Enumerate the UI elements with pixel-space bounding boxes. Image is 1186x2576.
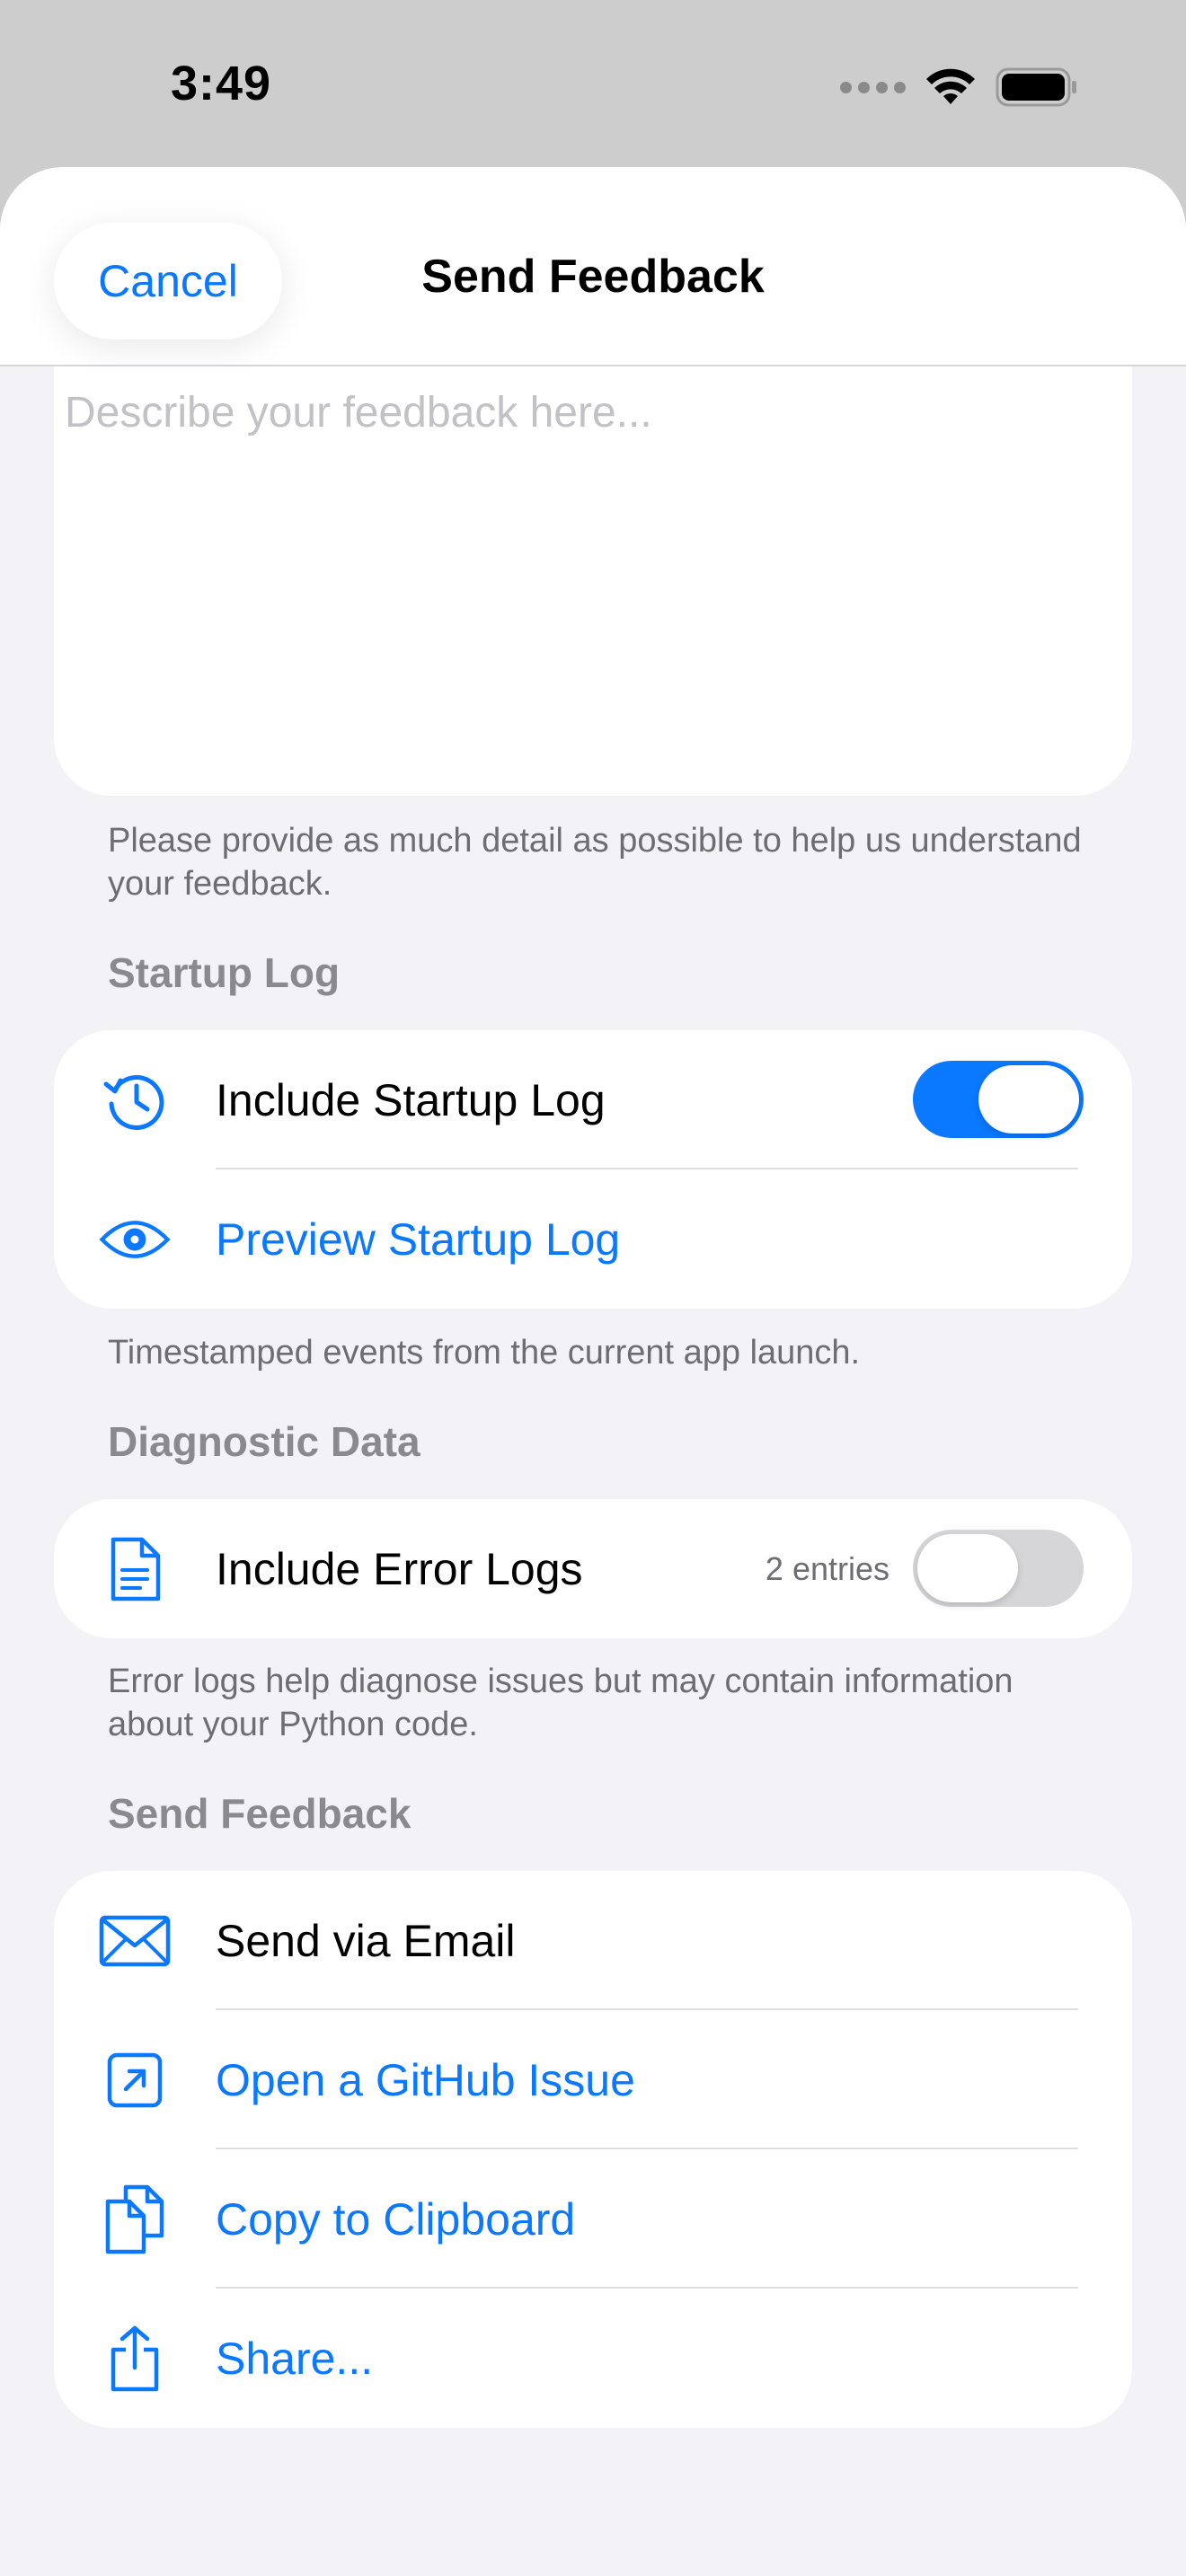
feedback-sheet: Cancel Send Feedback Describe your feedb… <box>0 167 1186 2576</box>
send-feedback-header: Send Feedback <box>108 1790 412 1837</box>
copy-to-clipboard-link[interactable]: Copy to Clipboard <box>216 2149 575 2289</box>
send-via-email-label[interactable]: Send via Email <box>216 1871 516 2010</box>
startup-log-group: Include Startup Log Preview Startup Log <box>54 1030 1132 1309</box>
status-bar: 3:49 <box>0 0 1186 167</box>
diagnostic-data-footer: Error logs help diagnose issues but may … <box>108 1663 1013 1743</box>
status-icons <box>840 65 1078 110</box>
include-error-logs-toggle[interactable] <box>913 1530 1084 1607</box>
preview-startup-log-link[interactable]: Preview Startup Log <box>216 1169 620 1309</box>
arrow-up-right-square-icon <box>99 2044 171 2116</box>
envelope-icon <box>99 1905 171 1977</box>
diagnostic-data-header: Diagnostic Data <box>108 1418 420 1465</box>
cellular-signal-icon <box>840 81 906 93</box>
include-startup-log-label: Include Startup Log <box>216 1074 606 1125</box>
eye-icon <box>99 1204 171 1275</box>
open-github-issue-link[interactable]: Open a GitHub Issue <box>216 2010 635 2149</box>
include-error-logs-row: Include Error Logs 2 entries <box>54 1499 1132 1638</box>
share-icon <box>99 2323 171 2395</box>
startup-log-footer: Timestamped events from the current app … <box>108 1334 861 1372</box>
wifi-icon <box>926 68 975 104</box>
include-startup-log-toggle[interactable] <box>913 1061 1084 1138</box>
send-via-email-row[interactable]: Send via Email <box>54 1871 1132 2010</box>
copy-to-clipboard-row[interactable]: Copy to Clipboard <box>54 2149 1132 2289</box>
feedback-footer: Please provide as much detail as possibl… <box>108 822 1082 903</box>
nav-bar: Cancel Send Feedback <box>0 167 1186 366</box>
document-icon <box>99 1533 171 1605</box>
share-link[interactable]: Share... <box>216 2289 373 2428</box>
preview-startup-log-row[interactable]: Preview Startup Log <box>54 1169 1132 1309</box>
include-startup-log-row: Include Startup Log <box>54 1030 1132 1169</box>
include-error-logs-label: Include Error Logs <box>216 1543 583 1594</box>
open-github-issue-row[interactable]: Open a GitHub Issue <box>54 2010 1132 2149</box>
battery-icon <box>996 67 1076 107</box>
share-row[interactable]: Share... <box>54 2289 1132 2428</box>
feedback-text-area[interactable] <box>54 311 1132 796</box>
startup-log-header: Startup Log <box>108 949 341 996</box>
error-log-entries-count: 2 entries <box>765 1549 890 1587</box>
copy-documents-icon <box>99 2183 171 2255</box>
send-feedback-group: Send via Email Open a GitHub Issue Copy … <box>54 1871 1132 2428</box>
clock-arrow-icon <box>99 1064 171 1136</box>
feedback-placeholder: Describe your feedback here... <box>65 389 652 437</box>
status-time: 3:49 <box>171 57 272 110</box>
diagnostic-data-group: Include Error Logs 2 entries <box>54 1499 1132 1638</box>
page-title: Send Feedback <box>421 251 765 303</box>
